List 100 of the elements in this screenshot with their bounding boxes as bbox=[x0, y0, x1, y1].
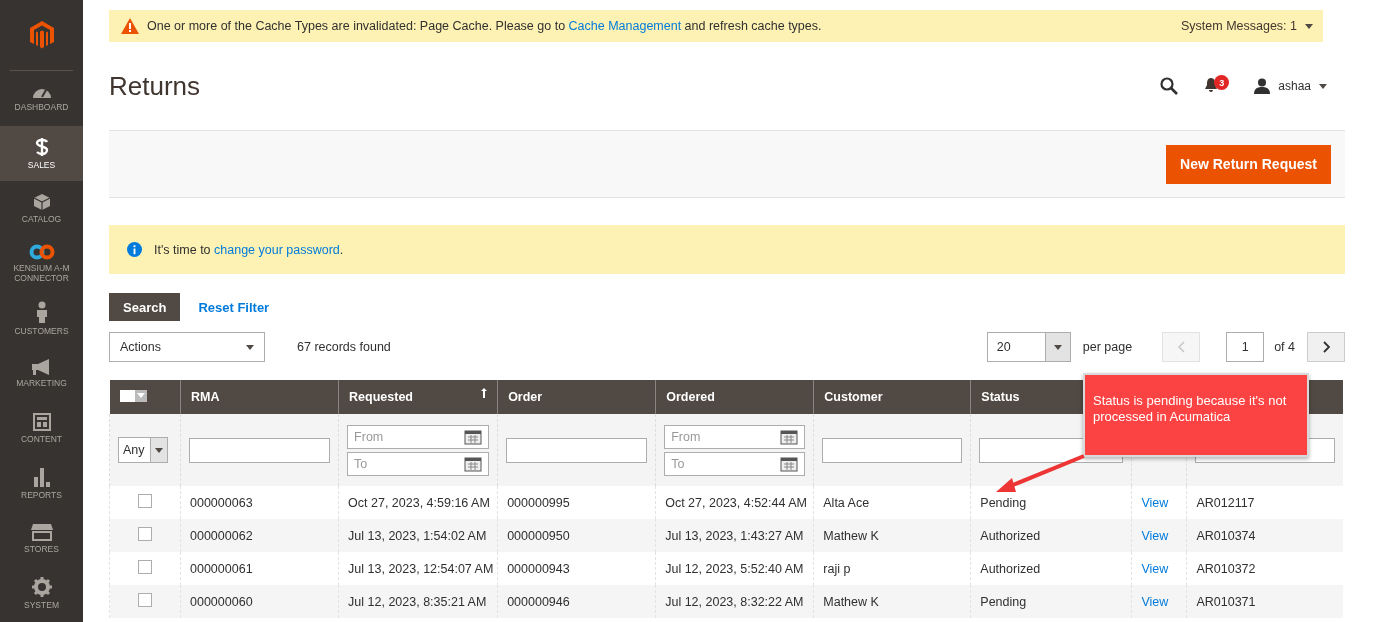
table-cell: AR012117 bbox=[1196, 495, 1255, 510]
bar-chart-icon bbox=[32, 467, 51, 487]
table-cell: 000000062 bbox=[190, 528, 253, 543]
store-icon bbox=[30, 523, 53, 541]
table-cell: Mathew K bbox=[823, 594, 879, 609]
gear-icon bbox=[31, 577, 52, 597]
row-checkbox[interactable] bbox=[138, 560, 152, 574]
filter-field[interactable] bbox=[189, 437, 331, 463]
sidebar-item[interactable]: CUSTOMERS bbox=[0, 291, 83, 346]
cache-management-link[interactable]: Cache Management bbox=[568, 19, 682, 33]
table-cell: Jul 13, 2023, 1:54:02 AM bbox=[348, 528, 487, 543]
sidebar-item[interactable]: SYSTEM bbox=[0, 566, 83, 621]
next-page-button[interactable] bbox=[1307, 332, 1345, 362]
reset-filter-link[interactable]: Reset Filter bbox=[198, 299, 270, 315]
table-cell: 000000950 bbox=[507, 528, 570, 543]
column-header[interactable]: Order bbox=[508, 390, 543, 404]
sidebar-item[interactable]: MARKETING bbox=[0, 346, 83, 401]
view-link[interactable]: View bbox=[1141, 561, 1169, 576]
table-cell: 000000995 bbox=[507, 495, 570, 510]
search-button[interactable]: Search bbox=[109, 293, 181, 321]
table-cell: Pending bbox=[980, 594, 1027, 609]
table-cell: Jul 12, 2023, 8:32:22 AM bbox=[665, 594, 804, 609]
table-cell: raji p bbox=[823, 561, 851, 576]
bell-icon[interactable] bbox=[1204, 77, 1219, 93]
table-cell: Oct 27, 2023, 4:59:16 AM bbox=[348, 495, 490, 510]
sidebar-item[interactable]: SALES bbox=[0, 126, 83, 181]
view-link[interactable]: View bbox=[1141, 495, 1169, 510]
column-header[interactable]: Requested bbox=[349, 390, 413, 404]
filter-field[interactable] bbox=[822, 437, 963, 463]
caret-icon bbox=[155, 447, 163, 453]
table-cell: Jul 13, 2023, 12:54:07 AM bbox=[348, 561, 494, 576]
notification-badge: 3 bbox=[1214, 75, 1230, 90]
callout-tooltip: Status is pending because it's not processed in Acumatica bbox=[1083, 373, 1309, 457]
sidebar-item[interactable]: REPORTS bbox=[0, 456, 83, 511]
column-header[interactable]: Ordered bbox=[666, 390, 715, 404]
new-return-request-button[interactable]: New Return Request bbox=[1166, 144, 1331, 184]
user-icon bbox=[1254, 78, 1271, 94]
table-cell: Authorized bbox=[980, 528, 1041, 543]
caret-icon bbox=[1053, 344, 1062, 350]
date-field[interactable]: From bbox=[347, 424, 490, 449]
caret-icon bbox=[1305, 23, 1313, 29]
calendar-icon[interactable] bbox=[464, 455, 483, 472]
info-icon bbox=[127, 242, 142, 257]
box-icon bbox=[32, 193, 51, 211]
dollar-icon bbox=[34, 137, 49, 157]
table-cell: Jul 13, 2023, 1:43:27 AM bbox=[665, 528, 804, 543]
calendar-icon[interactable] bbox=[780, 428, 799, 445]
caret-icon bbox=[1319, 83, 1327, 89]
table-cell: 000000943 bbox=[507, 561, 570, 576]
records-count: 67 records found bbox=[297, 340, 392, 354]
warning-icon bbox=[121, 18, 139, 34]
column-header[interactable]: RMA bbox=[191, 390, 220, 404]
notice-message: It's time to change your password. bbox=[154, 242, 344, 257]
sidebar-item[interactable]: CATALOG bbox=[0, 181, 83, 236]
table-cell: 000000063 bbox=[190, 495, 253, 510]
page-title: Returns bbox=[109, 70, 202, 102]
table-cell: AR010371 bbox=[1196, 594, 1256, 609]
table-cell: Oct 27, 2023, 4:52:44 AM bbox=[665, 495, 807, 510]
table-cell: Jul 12, 2023, 8:35:21 AM bbox=[348, 594, 487, 609]
caret-icon bbox=[136, 393, 145, 398]
table-cell: Jul 12, 2023, 5:52:40 AM bbox=[665, 561, 804, 576]
table-cell: Pending bbox=[980, 495, 1027, 510]
sidebar-item[interactable]: CONTENT bbox=[0, 401, 83, 456]
user-menu[interactable]: ashaa bbox=[1278, 79, 1311, 93]
column-header[interactable]: Status bbox=[981, 390, 1020, 404]
filter-field[interactable] bbox=[506, 437, 648, 463]
date-field[interactable]: To bbox=[664, 451, 806, 476]
date-field[interactable]: From bbox=[664, 424, 806, 449]
table-cell: 000000061 bbox=[190, 561, 253, 576]
table-cell: Authorized bbox=[980, 561, 1041, 576]
calendar-icon[interactable] bbox=[464, 428, 483, 445]
table-cell: AR010374 bbox=[1196, 528, 1256, 543]
sidebar-item[interactable]: DASHBOARD bbox=[0, 71, 83, 126]
table-cell: Alta Ace bbox=[823, 495, 870, 510]
search-icon[interactable] bbox=[1160, 77, 1179, 95]
page-number-field[interactable]: 1 bbox=[1226, 332, 1265, 362]
calendar-icon[interactable] bbox=[780, 455, 799, 472]
date-field[interactable]: To bbox=[347, 451, 490, 476]
layout-icon bbox=[32, 413, 51, 431]
row-checkbox[interactable] bbox=[138, 527, 152, 541]
any-select[interactable]: Any bbox=[118, 437, 168, 463]
chevron-left-icon bbox=[1177, 341, 1185, 353]
actions-dropdown[interactable]: Actions bbox=[109, 332, 265, 362]
column-header[interactable]: Customer bbox=[824, 390, 883, 404]
per-page-label: per page bbox=[1082, 340, 1133, 354]
row-checkbox[interactable] bbox=[138, 494, 152, 508]
system-message: One or more of the Cache Types are invalidated: Page Cache. Please go to Cache Management and refresh cache types. bbox=[147, 19, 823, 33]
system-messages-counter[interactable]: System Messages: 1 bbox=[1181, 19, 1297, 33]
table-cell: Mathew K bbox=[823, 528, 879, 543]
row-checkbox[interactable] bbox=[138, 593, 152, 607]
per-page-select[interactable]: 20 bbox=[986, 332, 1071, 362]
page-total: of 4 bbox=[1274, 340, 1295, 354]
table-cell: 000000946 bbox=[507, 594, 570, 609]
chain-link-icon bbox=[28, 244, 55, 260]
person-icon bbox=[35, 301, 48, 323]
logo-icon[interactable] bbox=[29, 21, 54, 49]
change-password-link[interactable]: change your password bbox=[214, 242, 340, 257]
sidebar-item[interactable]: KENSIUM A-M CONNECTOR bbox=[0, 236, 83, 291]
caret-icon bbox=[246, 344, 254, 350]
sidebar-item[interactable]: STORES bbox=[0, 511, 83, 566]
